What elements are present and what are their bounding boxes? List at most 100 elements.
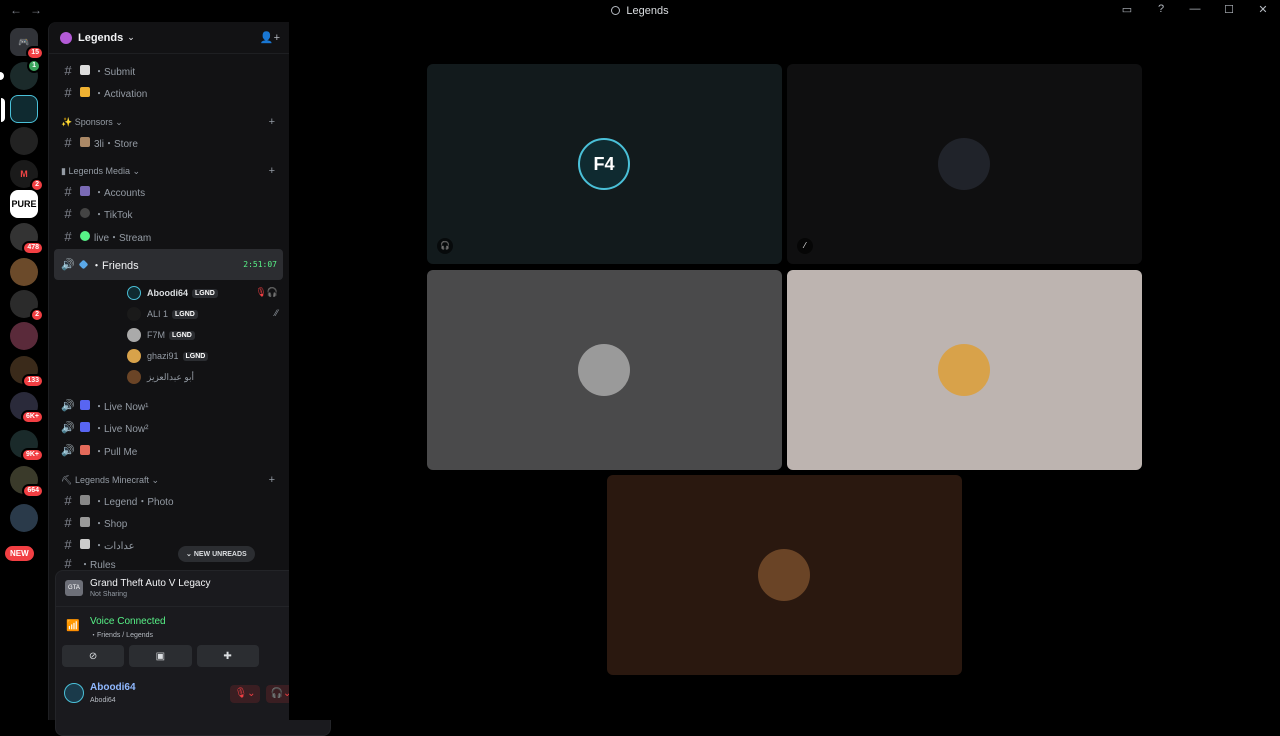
title-bar: ←→ Legends ▭ ? — ☐ ✕: [0, 0, 1280, 22]
server-icon-m[interactable]: M2: [10, 160, 44, 192]
direct-messages-icon[interactable]: 🎮 15: [10, 28, 44, 60]
voice-channel-friends[interactable]: 🔊 ・Friends 2:51:07: [54, 249, 283, 280]
avatar: [758, 549, 810, 601]
share-screen-button[interactable]: ▣: [129, 645, 192, 667]
voice-stage: F4 🎧 ⁄: [289, 22, 1280, 720]
voice-user[interactable]: F7M LGND: [127, 326, 195, 344]
server-icon-14[interactable]: 664: [10, 466, 44, 498]
hash-icon: #: [64, 84, 72, 100]
minimize-button[interactable]: —: [1188, 3, 1202, 16]
channel-label: ・Accounts: [94, 187, 146, 199]
channel-tiktok[interactable]: # ・TikTok: [54, 203, 283, 223]
channel-submit[interactable]: # ・Submit: [54, 60, 283, 80]
user-name: Aboodi64: [147, 288, 189, 298]
activities-button[interactable]: ✚: [196, 645, 259, 667]
add-channel-icon[interactable]: +: [269, 116, 275, 128]
category-sponsors[interactable]: ✨ Sponsors ⌄: [61, 117, 123, 128]
avatar: [938, 344, 990, 396]
channel-accounts[interactable]: # ・Accounts: [54, 181, 283, 201]
new-pill[interactable]: NEW: [5, 546, 34, 561]
server-icon-11[interactable]: 133: [10, 356, 44, 388]
voice-user[interactable]: Aboodi64 LGND: [127, 284, 218, 302]
badge-server-11: 133: [22, 374, 44, 388]
maximize-button[interactable]: ☐: [1222, 3, 1236, 16]
speaker-icon: 🔊: [61, 259, 75, 271]
category-minecraft[interactable]: ⛏ Legends Minecraft ⌄: [61, 475, 159, 486]
channel-label: ・Friends: [91, 259, 139, 272]
participant-tile[interactable]: [787, 270, 1142, 470]
user-name: F7M: [147, 330, 165, 340]
avatar: [127, 328, 141, 342]
user-display-name[interactable]: Aboodi64: [90, 682, 136, 693]
channel-store[interactable]: #3li・Store: [54, 132, 283, 152]
channel-activation[interactable]: # ・Activation: [54, 82, 283, 102]
channel-label: ・TikTok: [94, 209, 133, 221]
avatar: [127, 349, 141, 363]
server-icon-pure[interactable]: PURE: [10, 190, 38, 218]
channel-label: 3li・Store: [94, 138, 138, 150]
server-icon-15[interactable]: [10, 504, 38, 532]
voice-channel-live2[interactable]: 🔊 ・Live Now²: [54, 417, 283, 437]
channel-shop[interactable]: # ・Shop: [54, 512, 283, 532]
server-icon-12[interactable]: 6K+: [10, 392, 44, 424]
add-member-icon[interactable]: 👤+: [260, 31, 280, 44]
window-controls: ▭ ? — ☐ ✕: [1120, 3, 1270, 16]
role-tag: LGND: [182, 351, 209, 361]
participant-tile[interactable]: F4 🎧: [427, 64, 782, 264]
video-off-icon: ⁄⁄: [274, 308, 278, 318]
participant-tile[interactable]: [427, 270, 782, 470]
server-name: Legends: [78, 31, 124, 44]
deafened-icon: 🎧: [437, 238, 453, 254]
chevron-down-icon: ⌄: [127, 32, 135, 42]
server-icon-8[interactable]: [10, 258, 38, 286]
new-unreads-button[interactable]: ⌄ NEW UNREADS: [178, 546, 255, 562]
server-icon-legends[interactable]: [1, 95, 38, 123]
server-icon-10[interactable]: [10, 322, 38, 350]
server-icon-9[interactable]: 2: [10, 290, 44, 322]
channel-label: ・Legend・Photo: [94, 496, 174, 508]
hash-icon: #: [64, 205, 72, 221]
participant-tile[interactable]: [607, 475, 962, 675]
voice-location[interactable]: ・Friends / Legends: [90, 630, 153, 640]
people-emoji-icon: [80, 400, 90, 410]
voice-channel-live1[interactable]: 🔊 ・Live Now¹: [54, 395, 283, 415]
server-icon-13[interactable]: 9K+: [10, 430, 44, 462]
user-name: أبو عبدالعزيز: [147, 371, 194, 382]
voice-channel-pullme[interactable]: 🔊 ・Pull Me: [54, 440, 283, 460]
category-media[interactable]: ▮ Legends Media ⌄: [61, 166, 140, 177]
channel-live-stream[interactable]: # live・Stream: [54, 226, 283, 246]
game-icon: GTA: [65, 580, 83, 596]
participant-tile[interactable]: ⁄: [787, 64, 1142, 264]
camera-off-button[interactable]: ⊘: [62, 645, 125, 667]
voice-user[interactable]: أبو عبدالعزيز: [127, 368, 194, 386]
user-name: ALI 1: [147, 309, 169, 319]
voice-user[interactable]: ghazi91 LGND: [127, 347, 209, 365]
close-button[interactable]: ✕: [1256, 3, 1270, 16]
call-timer: 2:51:07: [243, 260, 277, 269]
help-icon[interactable]: ?: [1154, 3, 1168, 16]
voice-user[interactable]: ALI 1 LGND: [127, 305, 198, 323]
mute-toggle-icon[interactable]: 🎙⌄: [230, 685, 260, 703]
avatar: [127, 307, 141, 321]
inbox-icon[interactable]: ▭: [1120, 3, 1134, 16]
server-icon-7[interactable]: 478: [10, 223, 44, 255]
server-icon-lock[interactable]: [10, 127, 38, 155]
add-channel-icon[interactable]: +: [269, 165, 275, 177]
channel-label: ・Rules: [80, 559, 116, 570]
hash-icon: #: [64, 536, 72, 552]
channel-label: ・Activation: [94, 88, 148, 100]
plane-emoji-icon: [80, 137, 90, 147]
server-icon-1[interactable]: 1: [0, 59, 41, 90]
server-list: 🎮 15 1 M2 PURE 478 2 133 6K+ 9K+ 664 NEW: [0, 22, 48, 720]
server-header[interactable]: Legends ⌄ 👤+: [49, 22, 290, 54]
channel-legend-photo[interactable]: # ・Legend・Photo: [54, 490, 283, 510]
runner-emoji-icon: [80, 539, 90, 549]
category-label: Sponsors: [74, 117, 113, 127]
new-unreads-label: NEW UNREADS: [193, 551, 247, 558]
avatar[interactable]: [64, 683, 84, 703]
green-circle-emoji-icon: [80, 231, 90, 241]
voice-connected-label[interactable]: Voice Connected: [90, 616, 166, 627]
signal-icon[interactable]: 📶: [66, 619, 80, 632]
add-channel-icon[interactable]: +: [269, 474, 275, 486]
hash-icon: #: [64, 557, 72, 569]
